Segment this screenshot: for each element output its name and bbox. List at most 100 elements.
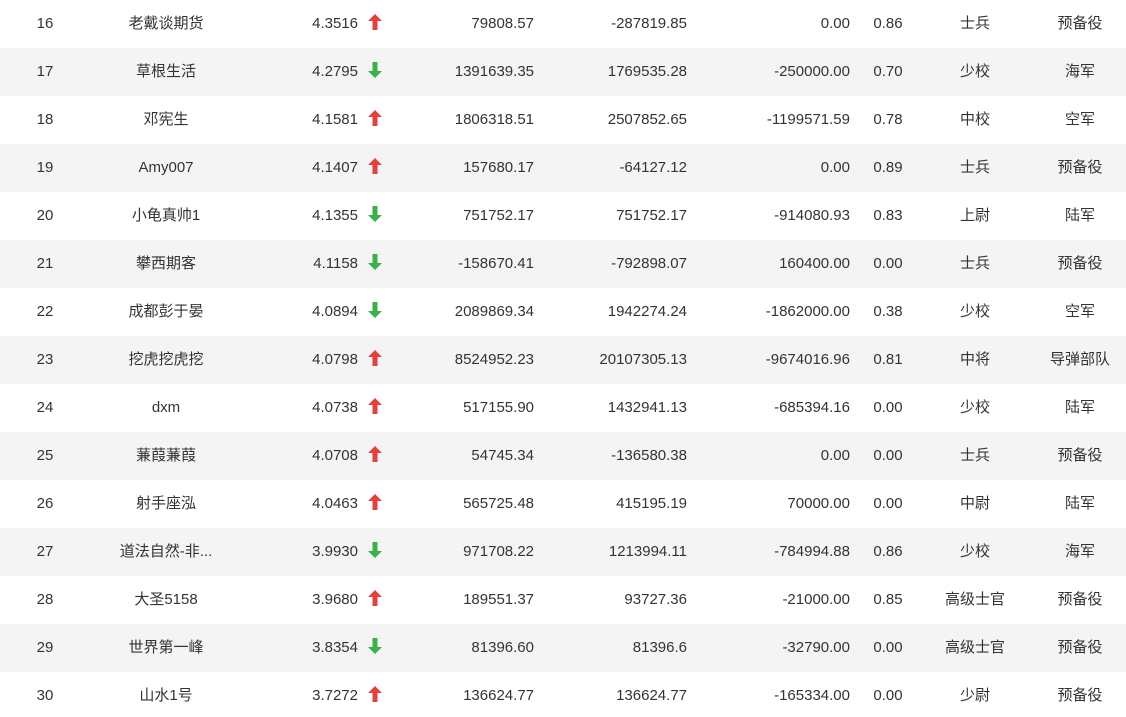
table-row[interactable]: 29 世界第一峰 3.8354 81396.60 81396.6 -32790.00 0.0… bbox=[0, 624, 1126, 672]
trader-name: Amy007 bbox=[138, 159, 194, 176]
score-cell: 4.0798 bbox=[312, 351, 358, 368]
branch-cell: 陆军 bbox=[1064, 399, 1095, 416]
value-2-cell: -136580.38 bbox=[611, 447, 687, 464]
branch-cell: 海军 bbox=[1064, 63, 1095, 80]
table-row[interactable]: 21 攀西期客 4.1158 -158670.41 -792898.07 160400.0… bbox=[0, 240, 1126, 288]
table-row[interactable]: 25 蒹葭蒹葭 4.0708 54745.34 -136580.38 0.00 0.00 士兵… bbox=[0, 432, 1126, 480]
value-2-cell: 1769535.28 bbox=[607, 63, 687, 80]
value-1-cell: -158670.41 bbox=[458, 255, 534, 272]
value-2-cell: 1942274.24 bbox=[607, 303, 687, 320]
rank-cell: 18 bbox=[36, 111, 54, 128]
value-1-cell: 8524952.23 bbox=[454, 351, 534, 368]
military-rank: 高级士官 bbox=[944, 639, 1005, 656]
ratio-cell: 0.78 bbox=[873, 111, 903, 128]
arrow-up-icon bbox=[366, 384, 384, 432]
trader-name: 草根生活 bbox=[135, 63, 196, 80]
table-row[interactable]: 19 Amy007 4.1407 157680.17 -64127.12 0.00 0.89… bbox=[0, 144, 1126, 192]
table-row[interactable]: 18 邓宪生 4.1581 1806318.51 2507852.65 -1199571.… bbox=[0, 96, 1126, 144]
rank-cell: 16 bbox=[36, 15, 54, 32]
trader-name: 成都彭于晏 bbox=[128, 303, 204, 320]
arrow-down-icon bbox=[366, 240, 384, 288]
value-2-cell: -64127.12 bbox=[619, 159, 687, 176]
trader-name: 射手座泓 bbox=[135, 495, 196, 512]
table-row[interactable]: 23 挖虎挖虎挖 4.0798 8524952.23 20107305.13 -96740… bbox=[0, 336, 1126, 384]
table-row[interactable]: 28 大圣5158 3.9680 189551.37 93727.36 -21000.00… bbox=[0, 576, 1126, 624]
arrow-up-icon bbox=[366, 144, 384, 192]
value-1-cell: 517155.90 bbox=[463, 399, 534, 416]
arrow-down-icon bbox=[366, 288, 384, 336]
value-1-cell: 2089869.34 bbox=[454, 303, 534, 320]
value-2-cell: 136624.77 bbox=[616, 687, 687, 704]
table-row[interactable]: 26 射手座泓 4.0463 565725.48 415195.19 70000.00 0.… bbox=[0, 480, 1126, 528]
value-3-cell: -250000.00 bbox=[774, 63, 850, 80]
military-rank: 中校 bbox=[959, 111, 990, 128]
ratio-cell: 0.00 bbox=[873, 255, 903, 272]
military-rank: 少校 bbox=[959, 399, 990, 416]
arrow-down-icon bbox=[366, 624, 384, 672]
value-2-cell: 20107305.13 bbox=[599, 351, 687, 368]
value-2-cell: 1213994.11 bbox=[608, 543, 687, 560]
branch-cell: 空军 bbox=[1064, 303, 1095, 320]
branch-cell: 预备役 bbox=[1057, 591, 1103, 608]
arrow-down-icon bbox=[366, 48, 384, 96]
value-1-cell: 971708.22 bbox=[463, 543, 534, 560]
military-rank: 上尉 bbox=[959, 207, 990, 224]
table-row[interactable]: 16 老戴谈期货 4.3516 79808.57 -287819.85 0.00 0.86 士… bbox=[0, 0, 1126, 48]
ratio-cell: 0.85 bbox=[873, 591, 903, 608]
score-cell: 3.7272 bbox=[312, 687, 358, 704]
military-rank: 少校 bbox=[959, 303, 990, 320]
ratio-cell: 0.86 bbox=[873, 15, 903, 32]
branch-cell: 陆军 bbox=[1064, 495, 1095, 512]
value-1-cell: 79808.57 bbox=[471, 15, 534, 32]
rank-cell: 28 bbox=[36, 591, 54, 608]
value-3-cell: 160400.00 bbox=[779, 255, 850, 272]
table-row[interactable]: 30 山水1号 3.7272 136624.77 136624.77 -165334.00… bbox=[0, 672, 1126, 717]
rank-cell: 19 bbox=[36, 159, 54, 176]
score-cell: 4.1407 bbox=[312, 159, 358, 176]
value-1-cell: 565725.48 bbox=[463, 495, 534, 512]
value-3-cell: -784994.88 bbox=[774, 543, 850, 560]
branch-cell: 预备役 bbox=[1057, 159, 1103, 176]
value-3-cell: -685394.16 bbox=[774, 399, 850, 416]
value-2-cell: 1432941.13 bbox=[607, 399, 687, 416]
value-1-cell: 54745.34 bbox=[471, 447, 534, 464]
branch-cell: 海军 bbox=[1064, 543, 1095, 560]
score-cell: 4.1355 bbox=[312, 207, 358, 224]
value-2-cell: 2507852.65 bbox=[607, 111, 687, 128]
military-rank: 少校 bbox=[959, 543, 990, 560]
table-row[interactable]: 22 成都彭于晏 4.0894 2089869.34 1942274.24 -186200… bbox=[0, 288, 1126, 336]
arrow-up-icon bbox=[366, 336, 384, 384]
score-cell: 4.0738 bbox=[312, 399, 358, 416]
score-cell: 4.0708 bbox=[312, 447, 358, 464]
value-2-cell: 751752.17 bbox=[616, 207, 687, 224]
value-1-cell: 189551.37 bbox=[463, 591, 534, 608]
ranking-table: 16 老戴谈期货 4.3516 79808.57 -287819.85 0.00 0.86 士… bbox=[0, 0, 1126, 717]
value-1-cell: 157680.17 bbox=[463, 159, 534, 176]
value-2-cell: -792898.07 bbox=[611, 255, 687, 272]
value-3-cell: -32790.00 bbox=[782, 639, 850, 656]
value-3-cell: -21000.00 bbox=[782, 591, 850, 608]
score-cell: 3.8354 bbox=[312, 639, 358, 656]
arrow-down-icon bbox=[366, 528, 384, 576]
value-1-cell: 1391639.35 bbox=[454, 63, 534, 80]
value-2-cell: 415195.19 bbox=[616, 495, 687, 512]
trader-name: 山水1号 bbox=[139, 687, 193, 704]
rank-cell: 21 bbox=[36, 255, 54, 272]
branch-cell: 预备役 bbox=[1057, 255, 1103, 272]
ratio-cell: 0.00 bbox=[873, 495, 903, 512]
military-rank: 士兵 bbox=[959, 15, 990, 32]
value-2-cell: 81396.6 bbox=[632, 639, 687, 656]
table-row[interactable]: 20 小龟真帅1 4.1355 751752.17 751752.17 -914080.9… bbox=[0, 192, 1126, 240]
rank-cell: 22 bbox=[36, 303, 54, 320]
military-rank: 士兵 bbox=[959, 255, 990, 272]
ratio-cell: 0.00 bbox=[873, 399, 903, 416]
ratio-cell: 0.81 bbox=[873, 351, 903, 368]
ratio-cell: 0.83 bbox=[873, 207, 903, 224]
table-row[interactable]: 17 草根生活 4.2795 1391639.35 1769535.28 -250000.… bbox=[0, 48, 1126, 96]
ratio-cell: 0.70 bbox=[873, 63, 903, 80]
value-3-cell: 70000.00 bbox=[787, 495, 850, 512]
table-row[interactable]: 24 dxm 4.0738 517155.90 1432941.13 -685394.16… bbox=[0, 384, 1126, 432]
ratio-cell: 0.00 bbox=[873, 639, 903, 656]
table-row[interactable]: 27 道法自然-非... 3.9930 971708.22 1213994.11 -784… bbox=[0, 528, 1126, 576]
trader-name: 老戴谈期货 bbox=[128, 15, 204, 32]
